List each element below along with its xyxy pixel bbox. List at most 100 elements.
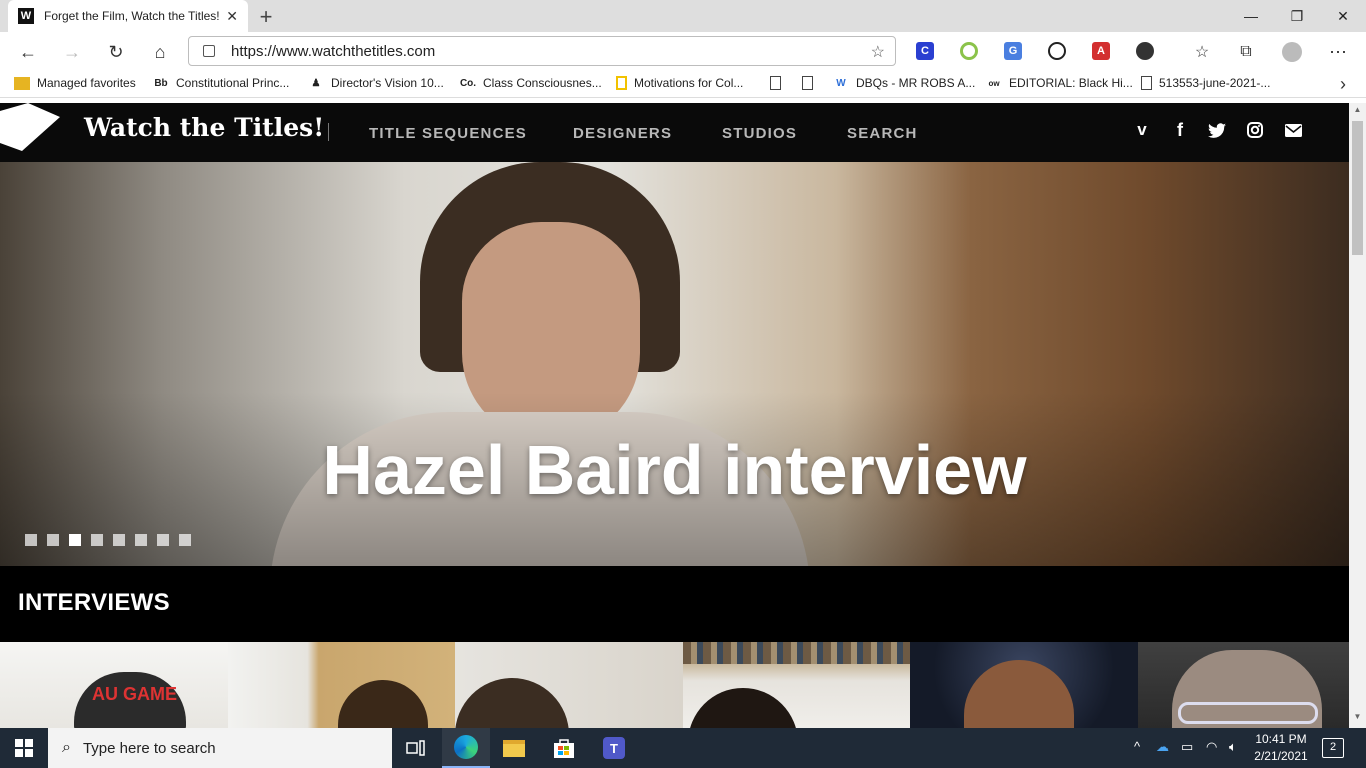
slide-dot[interactable] — [91, 534, 103, 546]
home-icon[interactable]: ⌂ — [148, 40, 172, 64]
favorites-icon[interactable]: ☆ — [1190, 40, 1214, 64]
windows-start-icon[interactable] — [0, 728, 48, 768]
taskbar-search[interactable]: ⌕ Type here to search — [48, 728, 392, 768]
hero-slideshow[interactable]: Hazel Baird interview — [0, 162, 1349, 566]
collections-icon[interactable]: ⧉ — [1234, 40, 1258, 64]
slide-dot[interactable] — [25, 534, 37, 546]
favorite-label: Motivations for Col... — [634, 76, 744, 90]
favorite-label: EDITORIAL: Black Hi... — [1009, 76, 1133, 90]
slide-dot-active[interactable] — [69, 534, 81, 546]
thumbnail-hair — [455, 678, 569, 728]
favorite-editorial[interactable]: ow EDITORIAL: Black Hi... — [986, 76, 1133, 90]
interview-thumbnail[interactable] — [455, 642, 683, 728]
tab-title: Forget the Film, Watch the Titles! — [44, 9, 220, 23]
favorite-directors-vision[interactable]: ♟ Director's Vision 10... — [308, 76, 444, 90]
search-placeholder: Type here to search — [82, 739, 216, 757]
refresh-icon[interactable]: ↻ — [104, 40, 128, 64]
favorite-label: Director's Vision 10... — [331, 76, 444, 90]
person-icon: ♟ — [311, 77, 321, 89]
slide-dot[interactable] — [113, 534, 125, 546]
thumbnail-bookshelf — [683, 642, 910, 664]
restore-icon[interactable]: ❐ — [1274, 0, 1320, 32]
edge-browser-icon[interactable] — [442, 728, 490, 768]
lock-icon[interactable] — [203, 45, 215, 57]
w-icon: W — [836, 77, 846, 89]
interview-thumbnail[interactable] — [910, 642, 1138, 728]
note-icon — [616, 76, 627, 90]
file-explorer-icon[interactable] — [490, 728, 538, 768]
nav-title-sequences[interactable]: TITLE SEQUENCES — [369, 125, 527, 142]
email-icon[interactable] — [1283, 120, 1303, 140]
wifi-icon[interactable]: ◠ — [1206, 739, 1217, 755]
pdf-icon[interactable]: A — [1092, 42, 1110, 60]
slide-dot[interactable] — [135, 534, 147, 546]
folder-icon — [14, 76, 30, 90]
url-text[interactable]: https://www.watchthetitles.com — [231, 43, 435, 60]
close-tab-icon[interactable]: ✕ — [226, 8, 238, 25]
favorite-dbqs[interactable]: W DBQs - MR ROBS A... — [833, 76, 975, 90]
thumbnail-face — [964, 660, 1074, 728]
clock-date: 2/21/2021 — [1254, 749, 1308, 763]
new-tab-icon[interactable]: + — [256, 4, 276, 30]
onedrive-icon[interactable]: ☁ — [1156, 739, 1169, 755]
nav-search[interactable]: SEARCH — [847, 125, 918, 142]
page-icon — [1141, 76, 1152, 90]
slide-dot[interactable] — [47, 534, 59, 546]
chevron-right-icon[interactable]: › — [1340, 74, 1346, 95]
profile-avatar[interactable] — [1280, 40, 1304, 64]
taskbar: ⌕ Type here to search T ^ ☁ ▭ ◠ 🔈︎ 10:41… — [0, 728, 1366, 768]
address-bar[interactable]: https://www.watchthetitles.com ☆ — [188, 36, 896, 66]
scrollbar-thumb[interactable] — [1352, 121, 1363, 255]
extension-target-icon[interactable] — [1048, 42, 1066, 60]
microsoft-store-icon[interactable] — [540, 728, 588, 768]
hero-title[interactable]: Hazel Baird interview — [0, 430, 1349, 510]
tab-strip: W Forget the Film, Watch the Titles! ✕ +… — [0, 0, 1366, 32]
vimeo-icon[interactable]: v — [1132, 120, 1152, 140]
instagram-icon[interactable] — [1245, 120, 1265, 140]
site-title[interactable]: Watch the Titles! — [84, 113, 324, 142]
extension-puzzle-icon[interactable] — [1136, 42, 1154, 60]
scroll-up-icon[interactable]: ▲ — [1349, 105, 1366, 119]
add-favorite-icon[interactable]: ☆ — [871, 42, 885, 62]
favorite-managed[interactable]: Managed favorites — [14, 76, 136, 90]
translate-icon[interactable]: G — [1004, 42, 1022, 60]
slide-dot[interactable] — [157, 534, 169, 546]
extension-circle-icon[interactable] — [960, 42, 978, 60]
nav-designers[interactable]: DESIGNERS — [573, 125, 672, 142]
back-icon[interactable]: ← — [16, 40, 40, 64]
page-scrollbar[interactable]: ▲ ▼ — [1349, 103, 1366, 728]
favorite-page-1[interactable] — [770, 76, 788, 90]
favorite-513553[interactable]: 513553-june-2021-... — [1141, 76, 1270, 90]
favorite-page-2[interactable] — [802, 76, 820, 90]
system-clock[interactable]: 10:41 PM 2/21/2021 — [1251, 731, 1311, 765]
volume-icon[interactable]: 🔈︎ — [1229, 739, 1237, 755]
show-hidden-icons-icon[interactable]: ^ — [1134, 739, 1140, 754]
browser-tab[interactable]: W Forget the Film, Watch the Titles! ✕ — [8, 0, 248, 32]
task-view-icon[interactable] — [392, 728, 440, 768]
extension-c-icon[interactable]: C — [916, 42, 934, 60]
teams-icon[interactable]: T — [590, 728, 638, 768]
facebook-icon[interactable]: f — [1170, 120, 1190, 140]
minimize-icon[interactable]: — — [1228, 0, 1274, 32]
browser-toolbar: ← → ↻ ⌂ https://www.watchthetitles.com ☆… — [0, 32, 1366, 70]
section-heading-interviews: INTERVIEWS — [18, 589, 170, 616]
interview-thumbnail[interactable] — [1138, 642, 1349, 728]
slide-dot[interactable] — [179, 534, 191, 546]
favorite-constitutional[interactable]: Bb Constitutional Princ... — [153, 76, 289, 90]
interview-thumbnail[interactable] — [683, 642, 910, 728]
scroll-down-icon[interactable]: ▼ — [1349, 712, 1366, 726]
nav-studios[interactable]: STUDIOS — [722, 125, 797, 142]
battery-icon[interactable]: ▭ — [1181, 739, 1193, 755]
close-window-icon[interactable]: ✕ — [1320, 0, 1366, 32]
site-logo-icon[interactable] — [0, 103, 60, 151]
favorite-class-consciousness[interactable]: Co. Class Consciousnes... — [460, 76, 602, 90]
more-menu-icon[interactable]: ⋯ — [1326, 40, 1350, 64]
favorite-motivations[interactable]: Motivations for Col... — [616, 76, 743, 90]
forward-icon[interactable]: → — [60, 40, 84, 64]
interview-thumbnail[interactable]: AU GAME — [0, 642, 228, 728]
notification-center-icon[interactable]: 2 — [1322, 738, 1344, 758]
favorites-bar: Managed favorites Bb Constitutional Princ… — [0, 70, 1366, 98]
twitter-icon[interactable] — [1207, 120, 1227, 140]
interview-thumbnail[interactable] — [228, 642, 455, 728]
thumbnail-hair — [338, 680, 428, 728]
